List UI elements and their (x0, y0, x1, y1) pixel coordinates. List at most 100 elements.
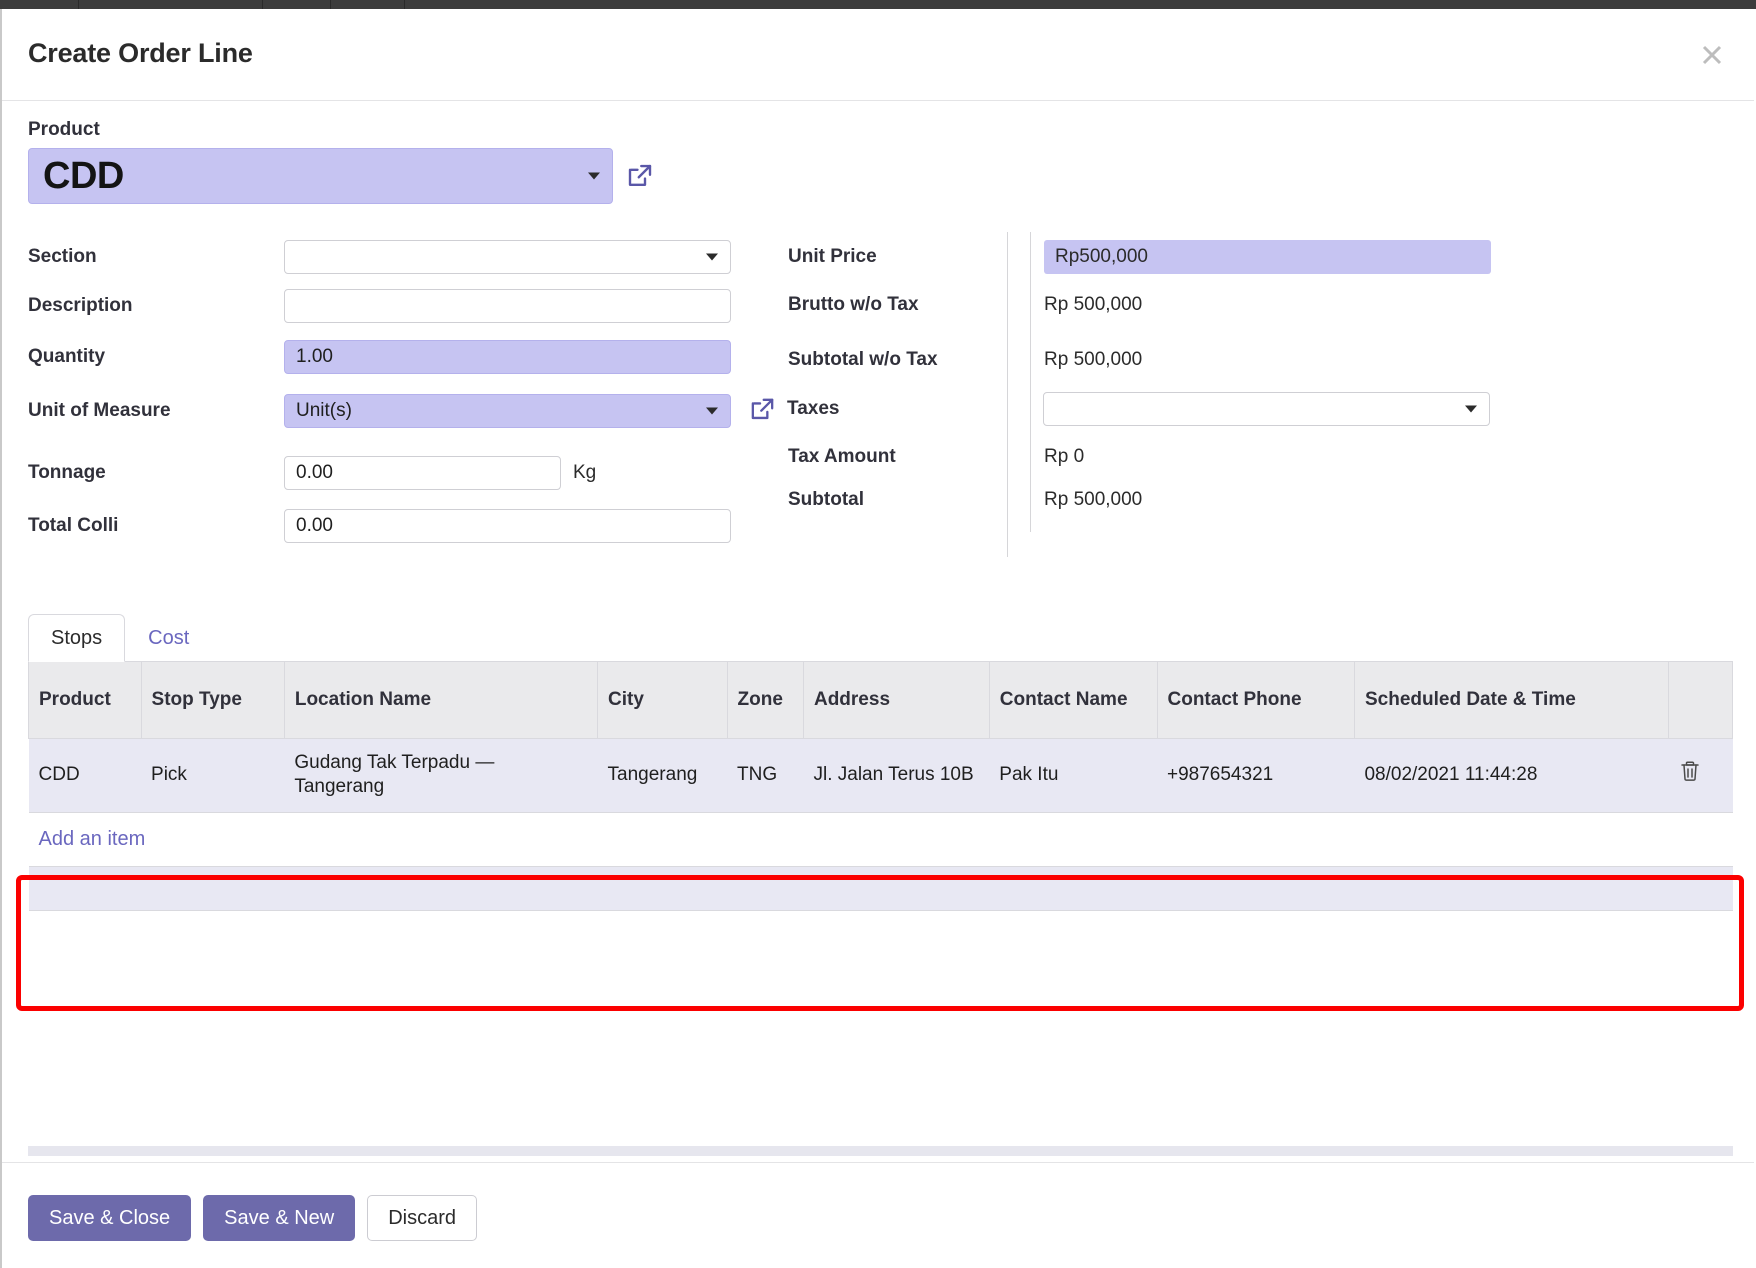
close-icon[interactable] (1694, 37, 1730, 73)
unit-of-measure-select[interactable]: Unit(s) (284, 394, 731, 428)
description-label: Description (28, 295, 133, 316)
quantity-label: Quantity (28, 346, 106, 367)
field-row-tax-amount: Tax Amount Rp 0 (788, 446, 1084, 468)
field-row-taxes: Taxes (748, 392, 1490, 426)
column-header-stop-type[interactable]: Stop Type (140, 662, 285, 739)
cell-city: Tangerang (597, 738, 728, 813)
column-header-city[interactable]: City (597, 662, 728, 739)
field-row-section: Section (28, 240, 731, 274)
browser-chrome-strip (0, 0, 1756, 9)
description-input[interactable] (284, 289, 731, 323)
discard-label: Discard (388, 1206, 457, 1229)
tonnage-label: Tonnage (28, 462, 106, 483)
form-columns: Section Description Quantity 1.00 Unit o… (2, 232, 1754, 562)
dialog-header: Create Order Line (2, 9, 1754, 101)
section-select[interactable] (284, 240, 731, 274)
column-header-actions (1668, 662, 1733, 739)
table-footer-strip (28, 1146, 1733, 1156)
add-item-link[interactable]: Add an item (39, 828, 146, 850)
create-order-line-dialog: Create Order Line Product CDD Section De… (0, 0, 1756, 1268)
field-row-tonnage: Tonnage 0.00 Kg (28, 456, 596, 490)
product-value: CDD (43, 155, 124, 197)
product-select[interactable]: CDD (28, 148, 613, 204)
tab-stops-label: Stops (51, 626, 103, 649)
cell-address: Jl. Jalan Terus 10B (803, 738, 990, 813)
table-header-row: Product Stop Type Location Name City Zon… (28, 662, 1733, 739)
taxes-select[interactable] (1043, 392, 1490, 426)
section-label: Section (28, 246, 97, 267)
unit-price-label: Unit Price (788, 246, 877, 267)
taxes-label: Taxes (787, 398, 840, 419)
chevron-down-icon (588, 172, 600, 180)
subtotal-wo-tax-label: Subtotal w/o Tax (788, 349, 938, 370)
column-header-contact-phone[interactable]: Contact Phone (1156, 662, 1355, 739)
unit-of-measure-label: Unit of Measure (28, 400, 171, 421)
column-header-product[interactable]: Product (28, 662, 142, 739)
right-field-column: Unit Price Rp500,000 Brutto w/o Tax Rp 5… (751, 232, 1752, 532)
save-and-close-button[interactable]: Save & Close (28, 1195, 192, 1241)
column-divider (1030, 232, 1031, 532)
field-row-brutto: Brutto w/o Tax Rp 500,000 (788, 294, 1142, 316)
field-row-subtotal-wo-tax: Subtotal w/o Tax Rp 500,000 (788, 349, 1142, 371)
stops-section: Stops Cost Product Stop Type Location Na… (28, 612, 1733, 911)
product-label: Product (28, 119, 100, 140)
unit-price-input[interactable]: Rp500,000 (1044, 240, 1491, 274)
product-external-link-icon[interactable] (625, 161, 655, 191)
chevron-down-icon (706, 407, 718, 415)
subtotal-value: Rp 500,000 (1044, 489, 1143, 510)
tab-cost[interactable]: Cost (125, 614, 212, 662)
table-filler-row (28, 866, 1733, 911)
cell-location-name: Gudang Tak Terpadu — Tangerang (284, 738, 598, 813)
save-and-new-label: Save & New (224, 1206, 335, 1229)
cell-product: CDD (28, 738, 142, 813)
cell-contact-name: Pak Itu (989, 738, 1157, 813)
column-header-zone[interactable]: Zone (726, 662, 804, 739)
field-row-description: Description (28, 289, 731, 323)
tab-cost-label: Cost (148, 626, 190, 649)
tax-amount-value: Rp 0 (1044, 446, 1085, 467)
product-field-group: Product CDD (28, 119, 655, 204)
stops-table: Product Stop Type Location Name City Zon… (28, 662, 1733, 911)
save-and-new-button[interactable]: Save & New (203, 1195, 356, 1241)
add-item-row[interactable]: Add an item (28, 812, 1733, 867)
cell-delete-action (1668, 738, 1733, 813)
column-header-contact-name[interactable]: Contact Name (988, 662, 1158, 739)
column-header-location-name[interactable]: Location Name (283, 662, 599, 739)
tonnage-value: 0.00 (296, 462, 333, 483)
tonnage-input[interactable]: 0.00 (284, 456, 561, 490)
total-colli-input[interactable]: 0.00 (284, 509, 731, 543)
browser-tab-ticks (0, 0, 1756, 9)
cell-scheduled-date-time: 08/02/2021 11:44:28 (1354, 738, 1669, 813)
trash-icon[interactable] (1679, 759, 1701, 783)
table-row[interactable]: CDD Pick Gudang Tak Terpadu — Tangerang … (28, 738, 1733, 813)
page-title: Create Order Line (28, 38, 253, 68)
field-row-unit-of-measure: Unit of Measure Unit(s) (28, 394, 731, 428)
cell-zone: TNG (727, 738, 804, 813)
taxes-external-link-icon[interactable] (748, 395, 777, 424)
save-and-close-label: Save & Close (49, 1206, 171, 1229)
tonnage-unit-label: Kg (573, 462, 597, 483)
unit-of-measure-value: Unit(s) (296, 400, 352, 421)
chevron-down-icon (1465, 405, 1477, 413)
tab-bar: Stops Cost (28, 612, 1733, 662)
table-filler-cell (28, 866, 1733, 911)
quantity-input[interactable]: 1.00 (284, 340, 731, 374)
cell-contact-phone: +987654321 (1157, 738, 1355, 813)
column-header-address[interactable]: Address (802, 662, 990, 739)
tab-stops[interactable]: Stops (28, 614, 126, 662)
brutto-value: Rp 500,000 (1044, 294, 1143, 315)
unit-price-value: Rp500,000 (1055, 246, 1148, 267)
discard-button[interactable]: Discard (367, 1195, 478, 1241)
cell-stop-type: Pick (141, 738, 285, 813)
field-row-subtotal: Subtotal Rp 500,000 (788, 489, 1142, 511)
field-row-total-colli: Total Colli 0.00 (28, 509, 731, 543)
column-header-scheduled-date-time[interactable]: Scheduled Date & Time (1353, 662, 1670, 739)
add-item-cell[interactable]: Add an item (28, 812, 1733, 867)
subtotal-label: Subtotal (788, 489, 864, 510)
chevron-down-icon (706, 253, 718, 261)
dialog-body: Product CDD Section Description Quantity… (2, 102, 1754, 1244)
subtotal-wo-tax-value: Rp 500,000 (1044, 349, 1143, 370)
quantity-value: 1.00 (296, 346, 333, 367)
field-row-quantity: Quantity 1.00 (28, 340, 731, 374)
total-colli-label: Total Colli (28, 515, 119, 536)
